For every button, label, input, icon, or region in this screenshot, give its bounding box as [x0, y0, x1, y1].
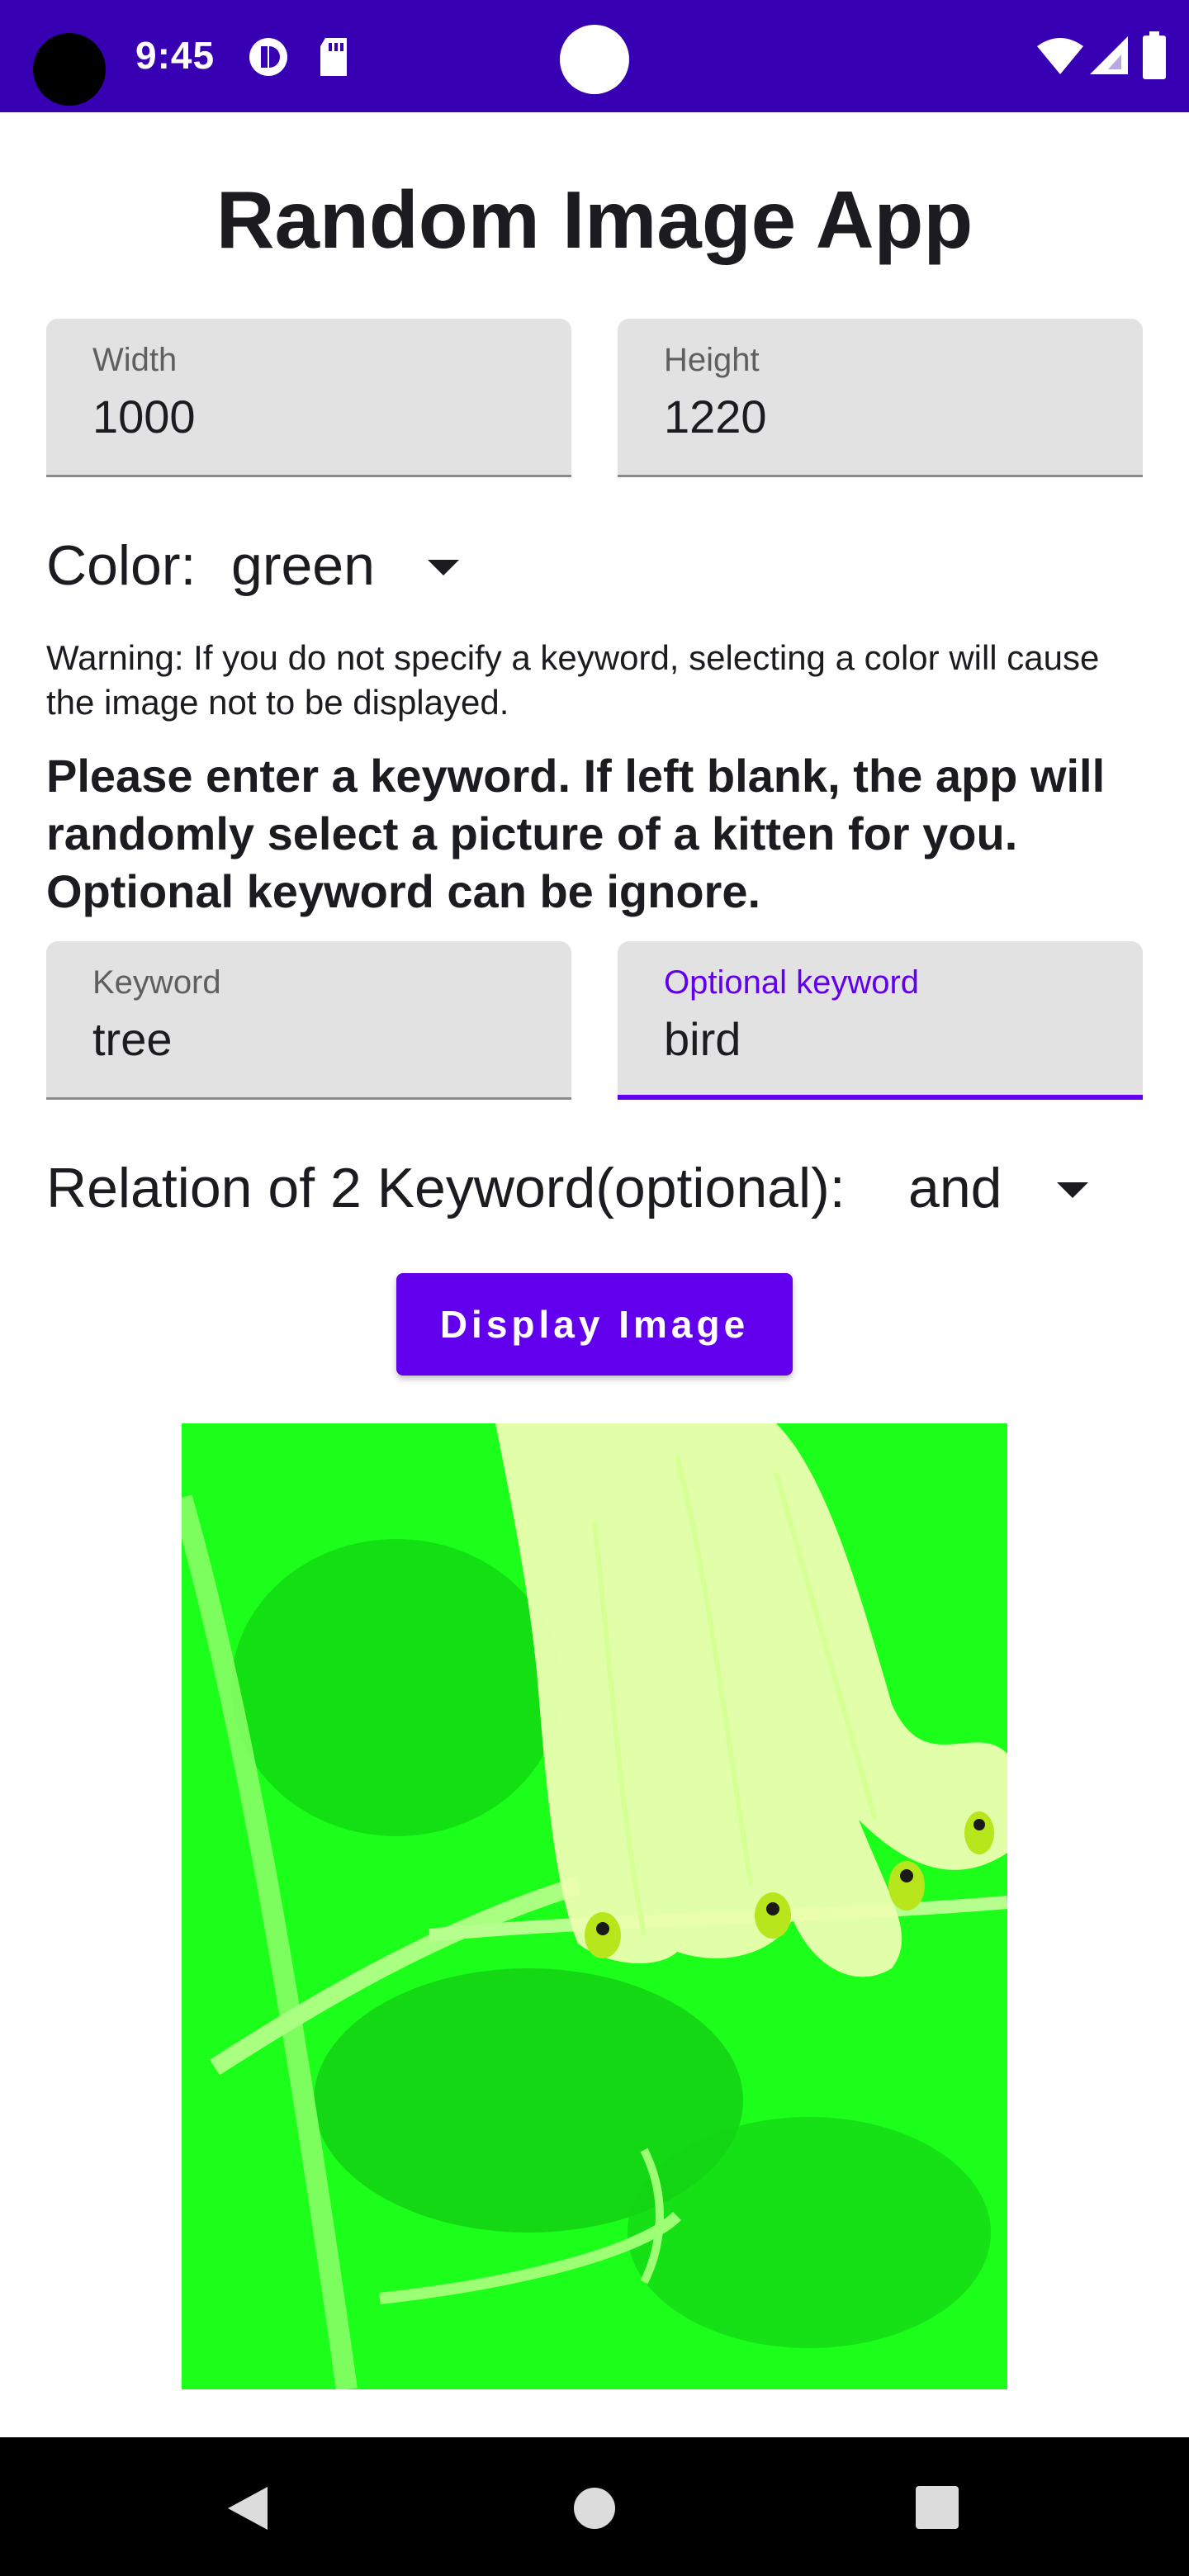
wifi-icon [1037, 38, 1083, 74]
color-dropdown-caret-icon [428, 560, 459, 575]
sd-card-icon [320, 38, 347, 76]
home-icon[interactable] [573, 2487, 616, 2530]
optional-keyword-field-value[interactable]: bird [664, 1012, 741, 1066]
cellular-signal-icon [1090, 36, 1128, 74]
keyword-field-value[interactable]: tree [92, 1012, 173, 1066]
navigation-bar [0, 2437, 1189, 2576]
relation-selected-value: and [908, 1157, 1002, 1219]
height-field-value[interactable]: 1220 [664, 390, 767, 443]
camera-cutout [33, 33, 106, 106]
relation-dropdown[interactable]: and [900, 1143, 1115, 1234]
status-time: 9:45 [135, 34, 216, 77]
color-dropdown[interactable]: green [223, 520, 487, 611]
color-label: Color: [46, 534, 197, 597]
keyword-instruction-text: Please enter a keyword. If left blank, t… [46, 750, 1106, 917]
battery-icon [1143, 31, 1166, 79]
color-selected-value: green [231, 534, 375, 597]
width-field-value[interactable]: 1000 [92, 390, 196, 443]
color-warning-text: Warning: If you do not specify a keyword… [46, 638, 1100, 722]
app-notification-icon [249, 38, 287, 76]
height-field[interactable]: Height 1220 [618, 319, 1143, 477]
optional-keyword-field-label: Optional keyword [664, 964, 920, 1001]
recents-icon[interactable] [915, 2485, 959, 2530]
back-icon[interactable] [225, 2484, 271, 2533]
relation-label: Relation of 2 Keyword(optional): [46, 1157, 846, 1219]
front-camera-icon [560, 25, 629, 94]
page-title: Random Image App [216, 174, 973, 265]
height-field-label: Height [664, 342, 760, 378]
status-bar: 9:45 [0, 0, 1189, 112]
relation-dropdown-caret-icon [1057, 1182, 1088, 1198]
result-image [182, 1423, 1007, 2389]
result-image-illustration [182, 1423, 1007, 2389]
keyword-field[interactable]: Keyword tree [46, 941, 571, 1100]
optional-keyword-field[interactable]: Optional keyword bird [618, 941, 1143, 1100]
width-field-label: Width [92, 342, 178, 378]
width-field[interactable]: Width 1000 [46, 319, 571, 477]
keyword-field-label: Keyword [92, 964, 221, 1001]
display-image-button[interactable]: Display Image [396, 1273, 793, 1376]
